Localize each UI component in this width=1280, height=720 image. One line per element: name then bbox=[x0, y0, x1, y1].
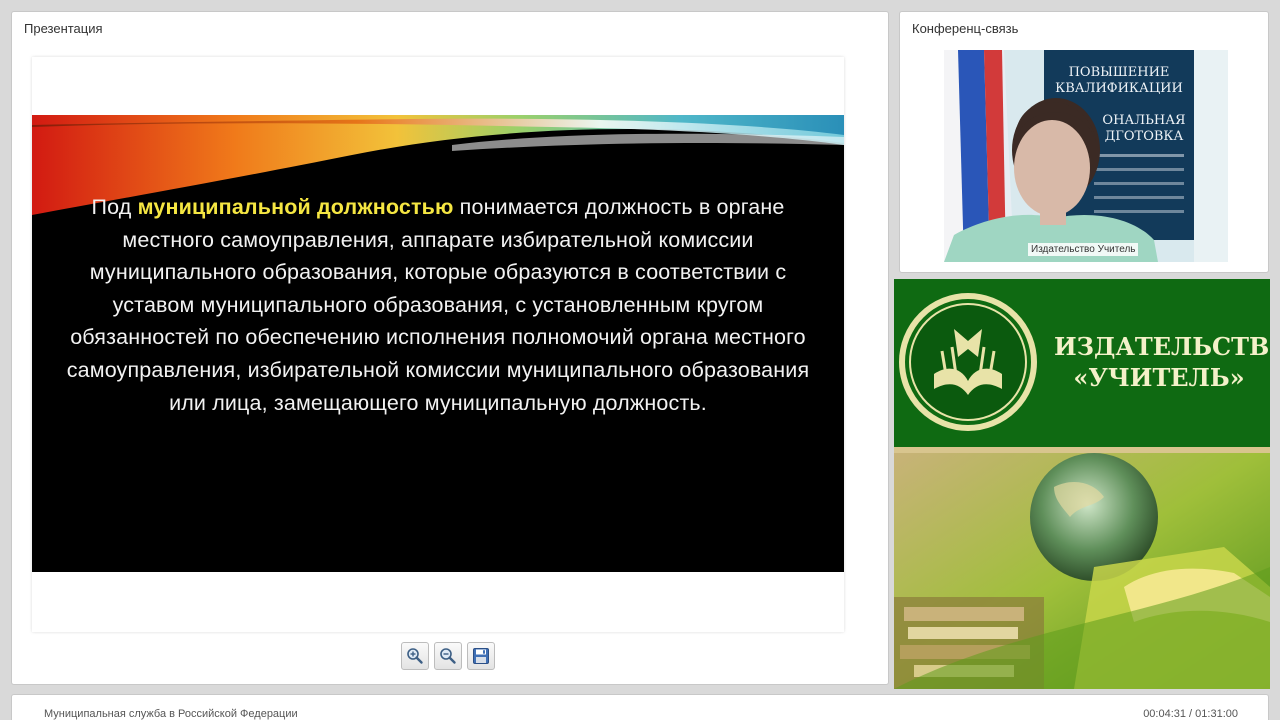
conference-panel: Конференц-связь ПОВЫШЕНИЕ КВАЛИФИКАЦИИ О… bbox=[899, 11, 1269, 273]
webcam-video[interactable]: ПОВЫШЕНИЕ КВАЛИФИКАЦИИ ОНАЛЬНАЯ ДГОТОВКА… bbox=[944, 50, 1228, 262]
conference-panel-title: Конференц-связь bbox=[912, 21, 1019, 36]
books-globe-image bbox=[894, 447, 1270, 689]
poster-line-3: ОНАЛЬНАЯ bbox=[1102, 113, 1185, 128]
speaker-video-frame: ПОВЫШЕНИЕ КВАЛИФИКАЦИИ ОНАЛЬНАЯ ДГОТОВКА bbox=[944, 50, 1228, 262]
presentation-panel-title: Презентация bbox=[24, 21, 103, 36]
publisher-name: ИЗДАТЕЛЬСТВО «УЧИТЕЛЬ» bbox=[1054, 331, 1270, 393]
banner-header: ИЗДАТЕЛЬСТВО «УЧИТЕЛЬ» bbox=[894, 279, 1270, 447]
presentation-panel: Презентация Под муниципальной должностью… bbox=[11, 11, 889, 685]
publisher-logo-icon bbox=[899, 293, 1037, 431]
poster-line-1: ПОВЫШЕНИЕ bbox=[1069, 65, 1170, 80]
publisher-name-line2: «УЧИТЕЛЬ» bbox=[1073, 363, 1245, 392]
slide-text: Под муниципальной должностью понимается … bbox=[56, 191, 820, 419]
publisher-name-line1: ИЗДАТЕЛЬСТВО bbox=[1054, 332, 1270, 361]
floppy-disk-icon bbox=[473, 648, 489, 664]
slide-text-before: Под bbox=[91, 195, 138, 219]
zoom-in-icon bbox=[407, 648, 423, 664]
zoom-in-button[interactable] bbox=[401, 642, 429, 670]
save-button[interactable] bbox=[467, 642, 495, 670]
zoom-out-button[interactable] bbox=[434, 642, 462, 670]
slide-frame: Под муниципальной должностью понимается … bbox=[32, 57, 844, 632]
poster-line-2: КВАЛИФИКАЦИИ bbox=[1055, 81, 1183, 96]
slide-text-after: понимается должность в органе местного с… bbox=[66, 195, 810, 415]
slide-text-highlight: муниципальной должностью bbox=[137, 195, 454, 219]
poster-line-4: ДГОТОВКА bbox=[1105, 129, 1184, 144]
speaker-name-label: Издательство Учитель bbox=[1028, 243, 1139, 256]
footer-bar: Муниципальная служба в Российской Федера… bbox=[11, 694, 1269, 720]
publisher-banner: ИЗДАТЕЛЬСТВО «УЧИТЕЛЬ» bbox=[894, 279, 1270, 689]
playback-time: 00:04:31 / 01:31:00 bbox=[1143, 708, 1238, 720]
zoom-out-icon bbox=[440, 648, 456, 664]
slide: Под муниципальной должностью понимается … bbox=[32, 115, 844, 572]
course-title: Муниципальная служба в Российской Федера… bbox=[44, 708, 298, 720]
